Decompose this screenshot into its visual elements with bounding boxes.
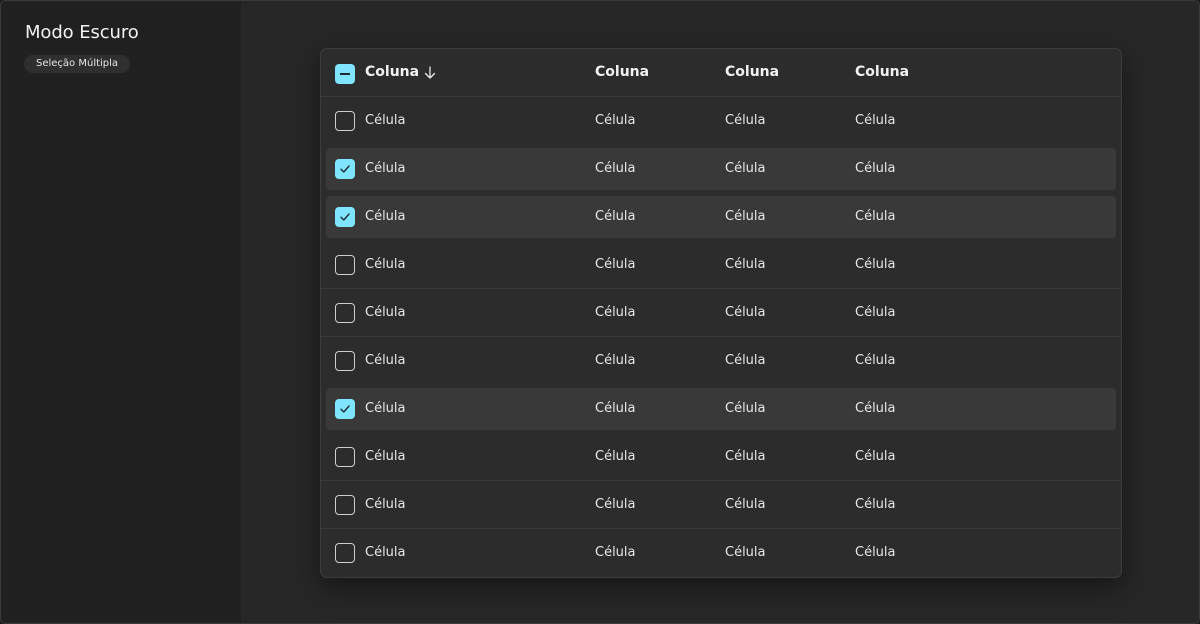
table-cell: Célula [725,209,766,224]
table-cell: Célula [595,353,636,368]
arrow-down-icon[interactable] [424,66,436,80]
checkmark-icon [340,213,350,221]
mode-badge: Seleção Múltipla [24,55,131,73]
table-cell: Célula [725,449,766,464]
table-cell: Célula [365,209,406,224]
table-cell: Célula [855,209,896,224]
table-cell: Célula [595,257,636,272]
table-cell: Célula [725,353,766,368]
table-cell: Célula [855,113,896,128]
table-row[interactable]: Célula Célula Célula Célula [321,481,1121,529]
table-cell: Célula [595,161,636,176]
table-cell: Célula [365,545,406,560]
row-checkbox[interactable] [335,255,355,275]
row-checkbox[interactable] [335,303,355,323]
select-all-checkbox[interactable] [335,64,355,84]
table-cell: Célula [595,305,636,320]
table-cell: Célula [855,353,896,368]
table-row[interactable]: Célula Célula Célula Célula [321,337,1121,385]
table-cell: Célula [855,161,896,176]
data-table: Coluna Coluna Coluna Coluna Célula Célula… [320,48,1122,578]
app-window: Modo Escuro Seleção Múltipla Coluna Colu… [0,0,1200,624]
table-cell: Célula [855,449,896,464]
row-checkbox[interactable] [335,159,355,179]
row-highlight [326,196,1116,238]
table-cell: Célula [725,257,766,272]
row-checkbox[interactable] [335,111,355,131]
table-cell: Célula [595,209,636,224]
row-checkbox[interactable] [335,447,355,467]
table-row[interactable]: Célula Célula Célula Célula [321,241,1121,289]
table-cell: Célula [725,497,766,512]
table-cell: Célula [725,545,766,560]
table-cell: Célula [725,161,766,176]
row-checkbox[interactable] [335,207,355,227]
minus-icon [340,73,350,75]
column-header-3[interactable]: Coluna [725,64,779,80]
table-cell: Célula [365,353,406,368]
checkmark-icon [340,165,350,173]
table-cell: Célula [365,161,406,176]
table-cell: Célula [365,113,406,128]
table-cell: Célula [595,497,636,512]
table-cell: Célula [855,401,896,416]
checkmark-icon [340,405,350,413]
table-row[interactable]: Célula Célula Célula Célula [321,433,1121,481]
table-cell: Célula [365,449,406,464]
table-cell: Célula [595,449,636,464]
table-cell: Célula [725,305,766,320]
row-checkbox[interactable] [335,543,355,563]
table-row[interactable]: Célula Célula Célula Célula [321,97,1121,145]
column-header-1[interactable]: Coluna [365,64,419,80]
table-cell: Célula [595,113,636,128]
sidebar: Modo Escuro Seleção Múltipla [1,1,241,623]
table-row[interactable]: Célula Célula Célula Célula [321,529,1121,577]
table-cell: Célula [595,401,636,416]
row-checkbox[interactable] [335,351,355,371]
table-cell: Célula [855,497,896,512]
column-header-4[interactable]: Coluna [855,64,909,80]
column-header-2[interactable]: Coluna [595,64,649,80]
table-cell: Célula [365,401,406,416]
table-header: Coluna Coluna Coluna Coluna [321,49,1121,97]
row-highlight [326,148,1116,190]
table-cell: Célula [365,257,406,272]
table-row[interactable]: Célula Célula Célula Célula [321,385,1121,433]
table-cell: Célula [365,497,406,512]
table-row[interactable]: Célula Célula Célula Célula [321,289,1121,337]
table-cell: Célula [855,257,896,272]
table-row[interactable]: Célula Célula Célula Célula [321,193,1121,241]
table-cell: Célula [365,305,406,320]
page-title: Modo Escuro [25,22,139,43]
row-highlight [326,388,1116,430]
table-cell: Célula [855,305,896,320]
table-cell: Célula [855,545,896,560]
table-cell: Célula [595,545,636,560]
row-checkbox[interactable] [335,495,355,515]
table-cell: Célula [725,113,766,128]
table-row[interactable]: Célula Célula Célula Célula [321,145,1121,193]
table-cell: Célula [725,401,766,416]
row-checkbox[interactable] [335,399,355,419]
